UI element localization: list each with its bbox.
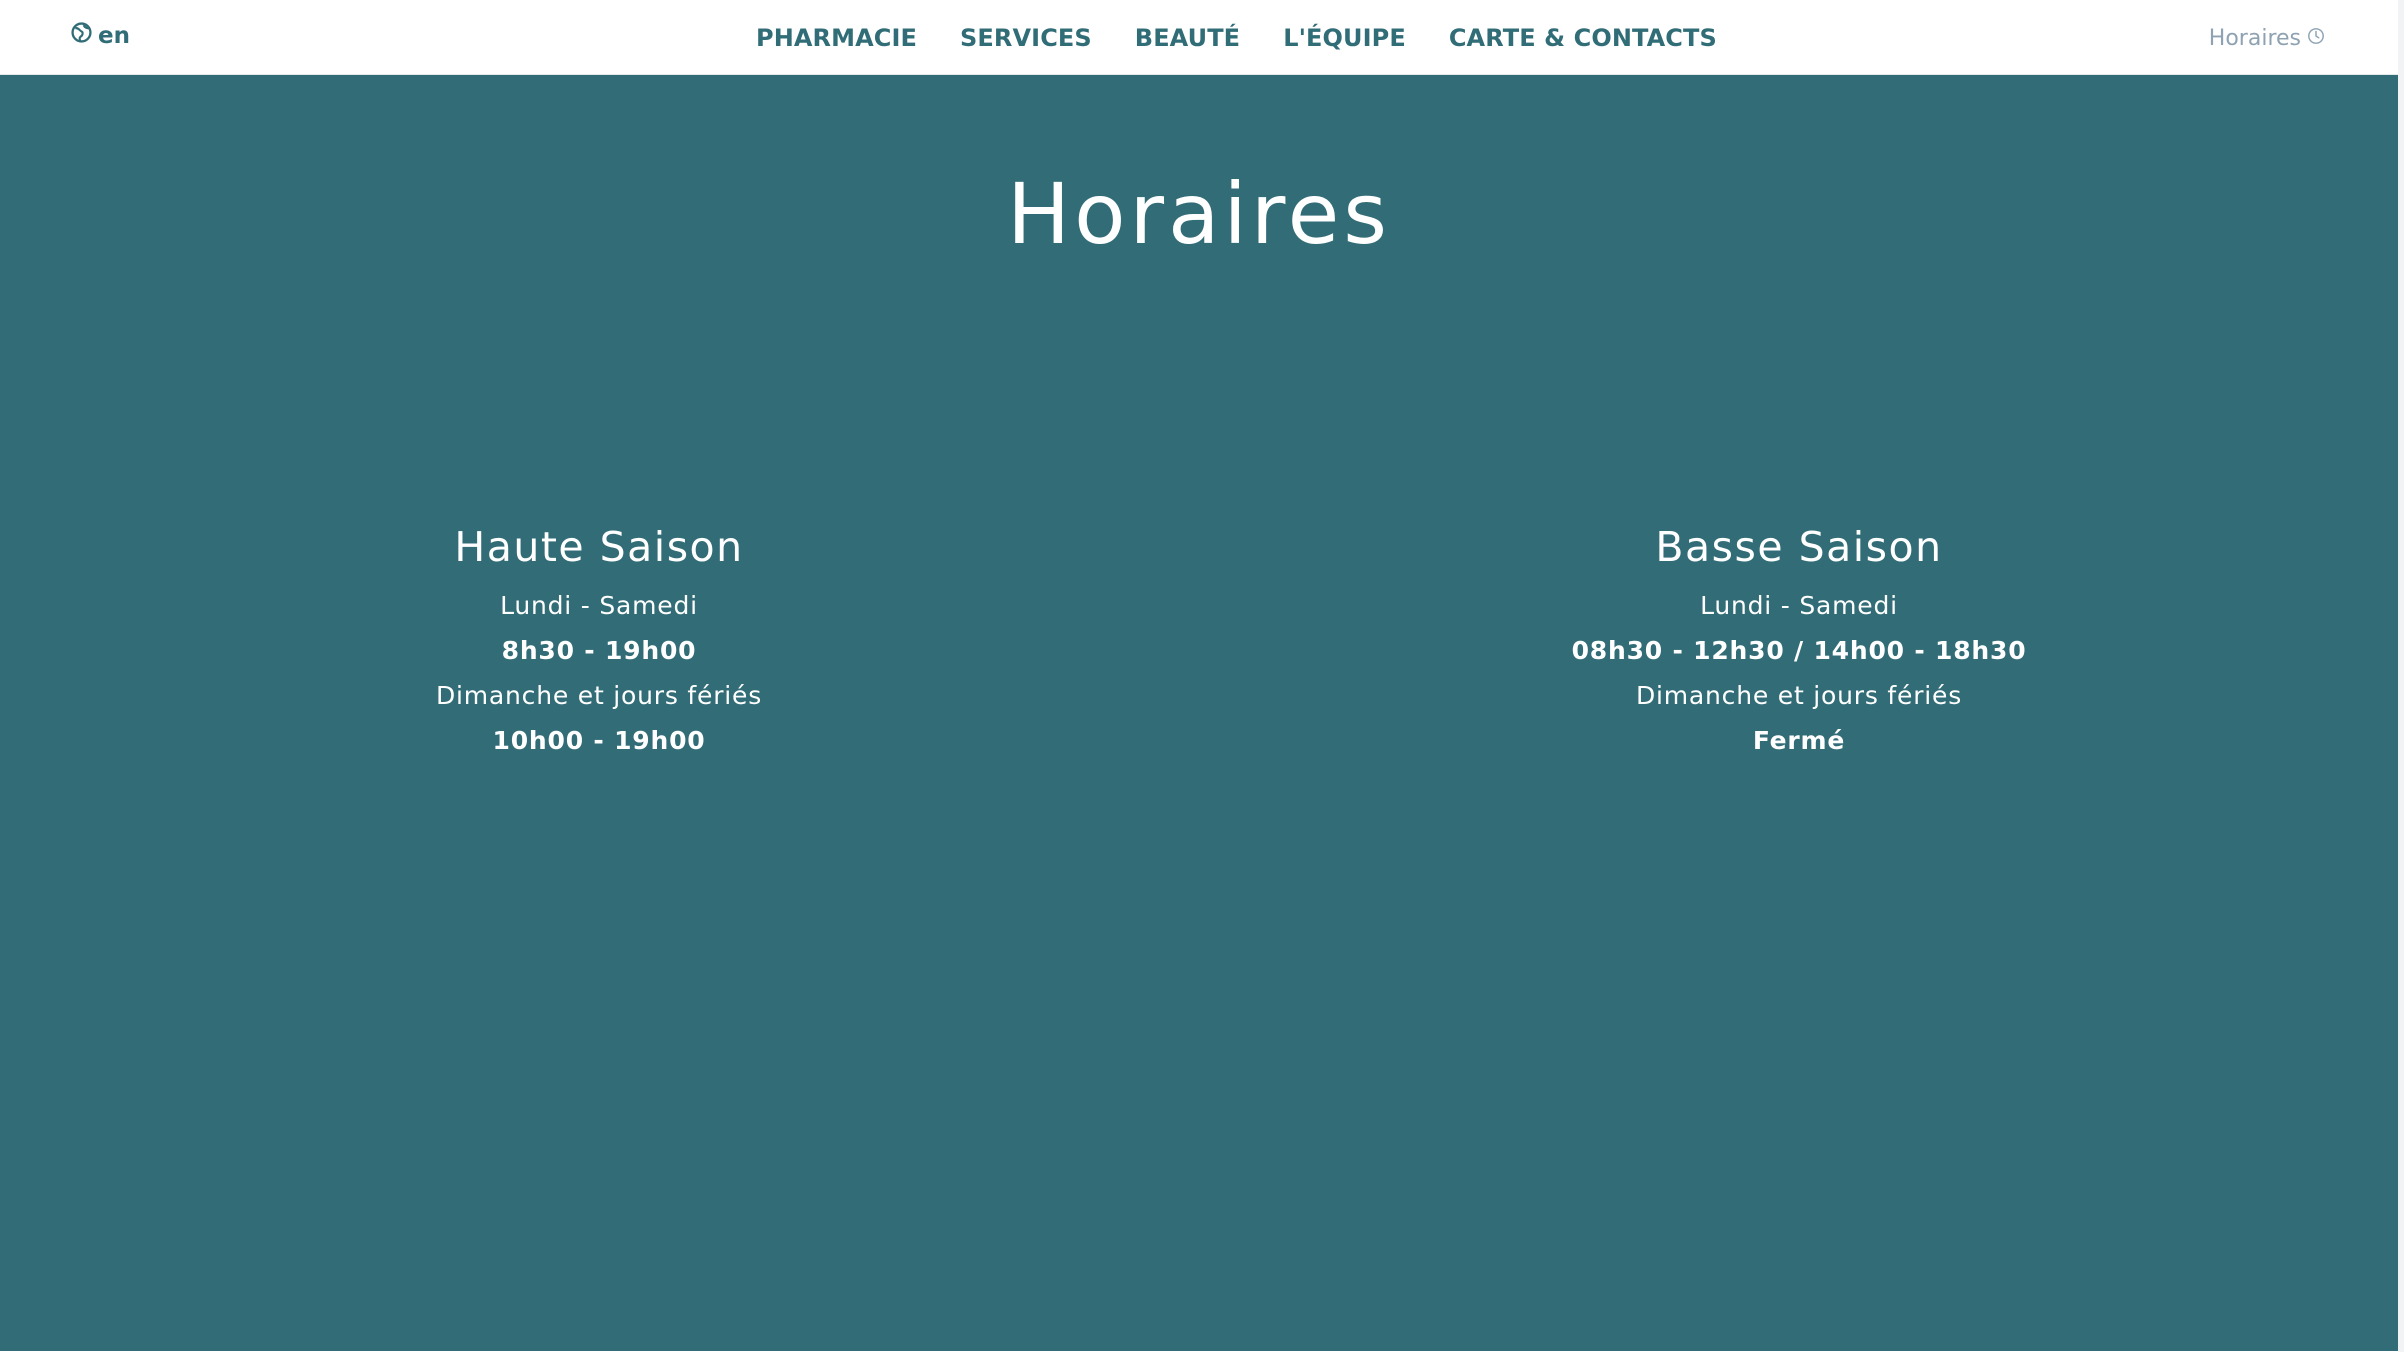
top-navigation-bar: en PHARMACIE SERVICES BEAUTÉ L'ÉQUIPE CA…: [0, 0, 2398, 75]
weekdays-hours: 08h30 - 12h30 / 14h00 - 18h30: [1571, 636, 2027, 665]
sunday-label: Dimanche et jours fériés: [1635, 681, 1963, 710]
sunday-label: Dimanche et jours fériés: [435, 681, 763, 710]
nav-beaute[interactable]: BEAUTÉ: [1135, 24, 1240, 52]
weekdays-label: Lundi - Samedi: [500, 591, 698, 620]
sunday-hours: 10h00 - 19h00: [492, 726, 706, 755]
hours-section: Horaires Haute Saison Lundi - Samedi 8h3…: [0, 75, 2398, 1351]
main-navigation: PHARMACIE SERVICES BEAUTÉ L'ÉQUIPE CARTE…: [756, 24, 1717, 52]
page-title: Horaires: [1006, 165, 1392, 263]
sunday-hours: Fermé: [1752, 726, 1846, 755]
season-title: Basse Saison: [1655, 523, 1943, 571]
page: en PHARMACIE SERVICES BEAUTÉ L'ÉQUIPE CA…: [0, 0, 2404, 1352]
language-switcher[interactable]: en: [71, 22, 130, 49]
nav-equipe[interactable]: L'ÉQUIPE: [1283, 24, 1406, 52]
haute-saison-block: Haute Saison Lundi - Samedi 8h30 - 19h00…: [249, 521, 949, 763]
nav-pharmacie[interactable]: PHARMACIE: [756, 24, 917, 52]
globe-icon: [71, 22, 92, 49]
nav-services[interactable]: SERVICES: [960, 24, 1092, 52]
weekdays-label: Lundi - Samedi: [1700, 591, 1898, 620]
language-label: en: [98, 22, 130, 49]
weekdays-hours: 8h30 - 19h00: [501, 636, 697, 665]
hours-link-label: Horaires: [2208, 26, 2301, 51]
clock-icon: [2307, 26, 2325, 51]
nav-carte-contacts[interactable]: CARTE & CONTACTS: [1449, 24, 1717, 52]
hours-link[interactable]: Horaires: [2209, 26, 2325, 51]
scrollbar[interactable]: [2398, 0, 2404, 1352]
basse-saison-block: Basse Saison Lundi - Samedi 08h30 - 12h3…: [1449, 521, 2149, 763]
season-title: Haute Saison: [454, 523, 744, 571]
